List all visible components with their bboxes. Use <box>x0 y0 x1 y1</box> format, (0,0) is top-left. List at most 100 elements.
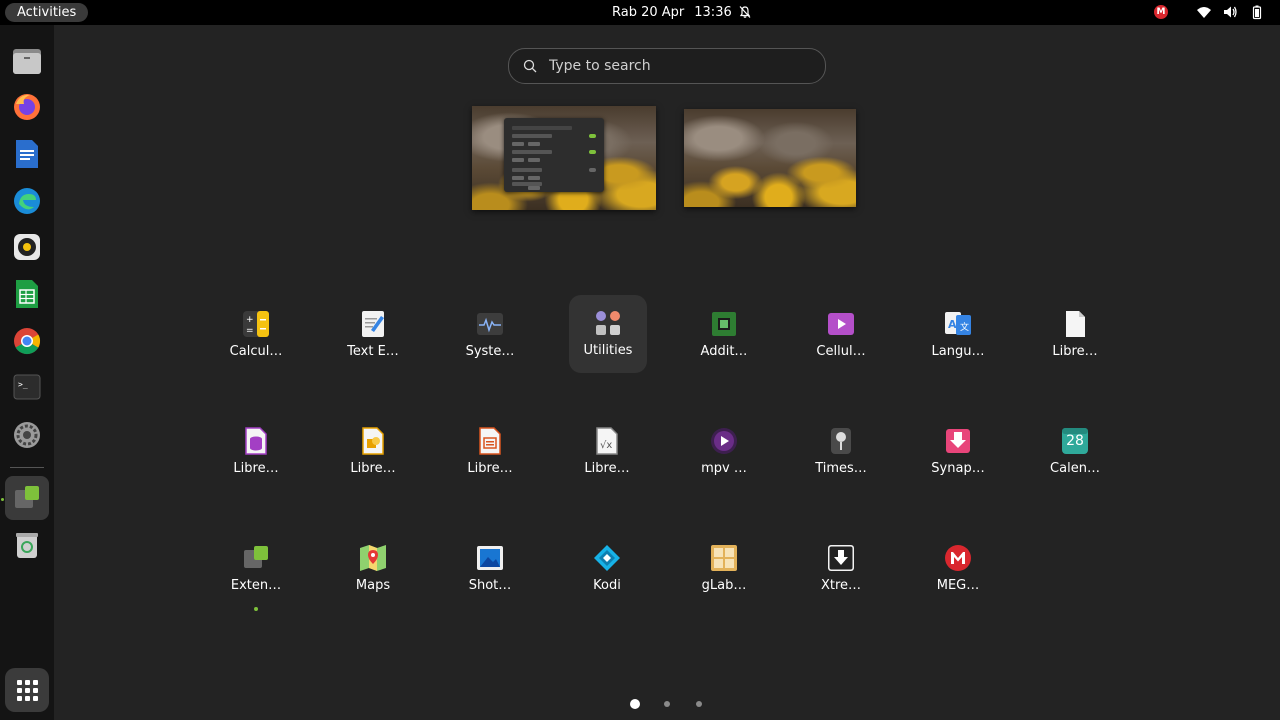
libreoffice-calc-icon <box>16 280 38 308</box>
chrome-icon <box>14 328 41 355</box>
app-label: Langu… <box>931 344 985 359</box>
page-dot-3[interactable] <box>696 701 702 707</box>
app-label: Text E… <box>347 344 399 359</box>
extensions-icon <box>244 546 268 568</box>
additional-drivers-icon <box>712 312 736 336</box>
firefox-icon <box>14 94 40 120</box>
settings-icon <box>14 422 40 448</box>
terminal-icon: >_ <box>13 374 41 400</box>
app-mpv[interactable]: mpv … <box>685 413 763 491</box>
edge-icon <box>14 188 40 214</box>
timeshift-icon <box>831 428 851 454</box>
clock[interactable]: Rab 20 Apr 13:36 <box>612 0 732 25</box>
activities-button[interactable]: Activities <box>5 3 89 22</box>
app-label: Cellul… <box>816 344 866 359</box>
dock-firefox[interactable] <box>5 85 49 129</box>
workspace-thumbnail-1[interactable] <box>472 106 656 210</box>
extensions-icon <box>15 486 39 508</box>
svg-text:√x: √x <box>600 440 612 451</box>
mpv-icon <box>711 428 737 454</box>
notifications-off-icon[interactable] <box>738 5 752 19</box>
app-extensions[interactable]: Exten… <box>217 530 295 611</box>
search-bar[interactable] <box>508 48 826 84</box>
dock-files[interactable] <box>5 39 49 83</box>
app-label: Kodi <box>593 578 621 593</box>
files-icon <box>13 49 41 74</box>
app-shotwell[interactable]: Shot… <box>451 530 529 608</box>
app-label: Libre… <box>233 461 279 476</box>
app-label: Times… <box>815 461 867 476</box>
dock: >_ <box>0 25 54 720</box>
libreoffice-math-icon: √x <box>596 427 618 455</box>
window-preview[interactable] <box>504 118 604 192</box>
search-icon <box>523 59 537 73</box>
wifi-icon[interactable] <box>1196 4 1212 20</box>
app-synaptic[interactable]: Synap… <box>919 413 997 491</box>
svg-text:>_: >_ <box>18 380 28 389</box>
app-label: Utilities <box>583 343 633 358</box>
dock-rhythmbox[interactable] <box>5 225 49 269</box>
app-label: Exten… <box>230 578 282 593</box>
app-libreoffice-impress[interactable]: Libre… <box>451 413 529 491</box>
text-editor-icon <box>362 311 384 337</box>
page-dot-1[interactable] <box>630 699 640 709</box>
app-system-monitor[interactable]: Syste… <box>451 296 529 374</box>
app-label: Syste… <box>465 344 515 359</box>
libreoffice-draw-icon <box>362 427 384 455</box>
dock-libreoffice-calc[interactable] <box>5 272 49 316</box>
svg-text:文: 文 <box>960 321 969 333</box>
app-label: Calen… <box>1050 461 1100 476</box>
app-label: MEG… <box>936 578 980 593</box>
app-libreoffice-base[interactable]: Libre… <box>217 413 295 491</box>
app-libreoffice-draw[interactable]: Libre… <box>334 413 412 491</box>
app-label: Shot… <box>468 578 512 593</box>
app-libreoffice[interactable]: Libre… <box>1036 296 1114 374</box>
app-mega[interactable]: MEG… <box>919 530 997 608</box>
time-label: 13:36 <box>694 5 732 20</box>
dock-edge[interactable] <box>5 179 49 223</box>
app-kodi[interactable]: Kodi <box>568 530 646 608</box>
app-xtreme-download-manager[interactable]: Xtre… <box>802 530 880 608</box>
show-applications-button[interactable] <box>5 668 49 712</box>
utilities-folder-icon <box>596 311 620 335</box>
dock-chrome[interactable] <box>5 319 49 363</box>
app-libreoffice-math[interactable]: √x Libre… <box>568 413 646 491</box>
app-label: Addit… <box>700 344 748 359</box>
app-calendar[interactable]: 28 Calen… <box>1036 413 1114 491</box>
dock-trash[interactable] <box>5 523 49 567</box>
workspace-thumbnail-2[interactable] <box>684 109 856 207</box>
app-additional-drivers[interactable]: Addit… <box>685 296 763 374</box>
running-indicator <box>1 498 4 501</box>
battery-icon[interactable] <box>1249 4 1265 20</box>
app-folder-utilities[interactable]: Utilities <box>569 295 647 373</box>
app-language-support[interactable]: A 文 Langu… <box>919 296 997 374</box>
page-dot-2[interactable] <box>664 701 670 707</box>
app-label: Libre… <box>1052 344 1098 359</box>
app-calculator[interactable]: + = Calcul… <box>217 296 295 374</box>
app-label: Synap… <box>931 461 985 476</box>
xtreme-download-icon <box>828 545 854 571</box>
app-celluloid[interactable]: Cellul… <box>802 296 880 374</box>
app-glabels[interactable]: gLab… <box>685 530 763 608</box>
dock-terminal[interactable]: >_ <box>5 365 49 409</box>
search-input[interactable] <box>547 57 801 75</box>
dock-libreoffice-writer[interactable] <box>5 132 49 176</box>
mega-tray-icon[interactable]: M <box>1154 5 1168 19</box>
calculator-icon: += <box>243 311 269 337</box>
app-label: Calcul… <box>229 344 283 359</box>
rhythmbox-icon <box>14 234 40 260</box>
calendar-day: 28 <box>1066 433 1084 449</box>
volume-icon[interactable] <box>1222 4 1238 20</box>
app-label: Maps <box>355 578 391 593</box>
dock-settings[interactable] <box>5 413 49 457</box>
dock-extensions[interactable] <box>5 476 49 520</box>
app-text-editor[interactable]: Text E… <box>334 296 412 374</box>
app-timeshift[interactable]: Times… <box>802 413 880 491</box>
svg-text:=: = <box>246 326 254 336</box>
celluloid-icon <box>828 313 854 335</box>
app-label: Xtre… <box>820 578 862 593</box>
app-label: Libre… <box>467 461 513 476</box>
libreoffice-writer-icon <box>16 140 38 168</box>
app-maps[interactable]: Maps <box>334 530 412 608</box>
date-label: Rab 20 Apr <box>612 5 685 20</box>
